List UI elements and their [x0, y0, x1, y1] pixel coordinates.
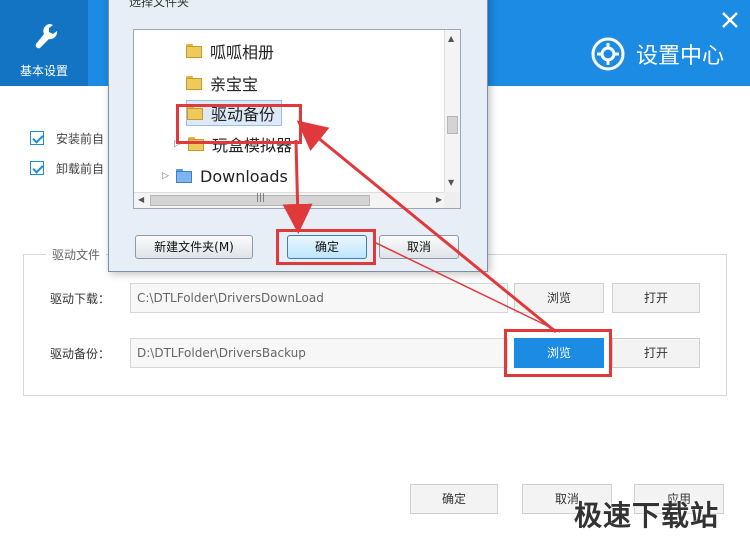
annotation-arrows — [282, 120, 561, 334]
arrow-to-ok — [282, 139, 313, 234]
watermark-text: 极速下载站 — [574, 499, 720, 532]
arrow-to-ok-thin — [373, 241, 561, 333]
arrow-to-folder — [296, 120, 557, 334]
